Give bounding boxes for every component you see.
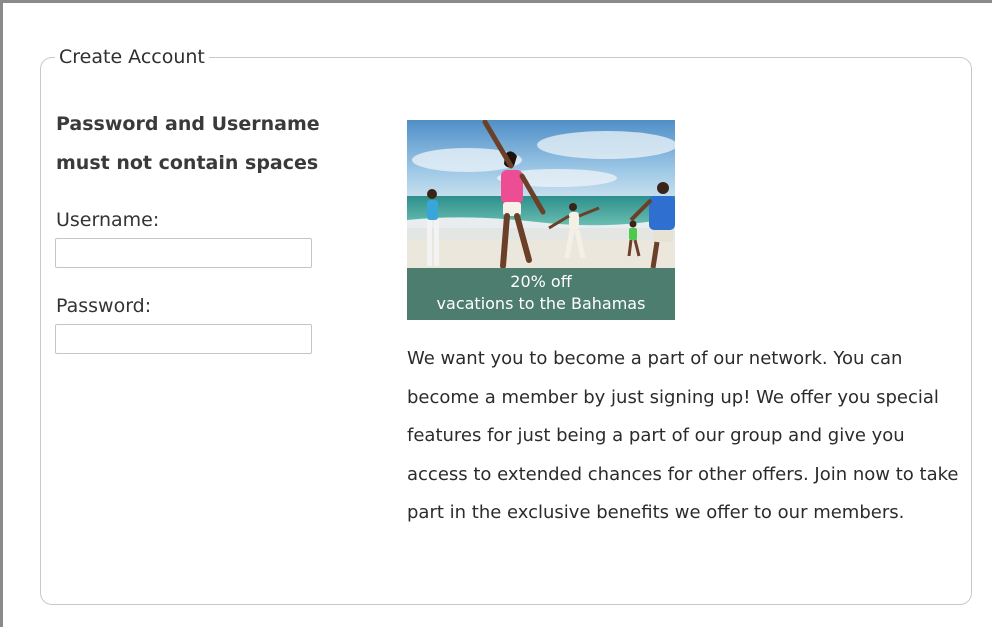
username-input[interactable] <box>55 238 312 268</box>
rules-line-1: Password and Username <box>56 113 320 135</box>
promo-banner[interactable]: 20% off vacations to the Bahamas <box>407 120 675 320</box>
promo-caption-line-2: vacations to the Bahamas <box>436 294 646 313</box>
promo-caption-line-1: 20% off <box>510 272 572 291</box>
promo-caption: 20% off vacations to the Bahamas <box>407 268 675 320</box>
password-input[interactable] <box>55 324 312 354</box>
password-label: Password: <box>56 295 152 317</box>
membership-intro-text: We want you to become a part of our netw… <box>407 348 959 524</box>
credential-rules: Password and Username must not contain s… <box>56 105 356 183</box>
create-account-legend: Create Account <box>59 46 205 68</box>
username-label: Username: <box>56 209 160 231</box>
rules-line-2: must not contain spaces <box>56 152 319 174</box>
